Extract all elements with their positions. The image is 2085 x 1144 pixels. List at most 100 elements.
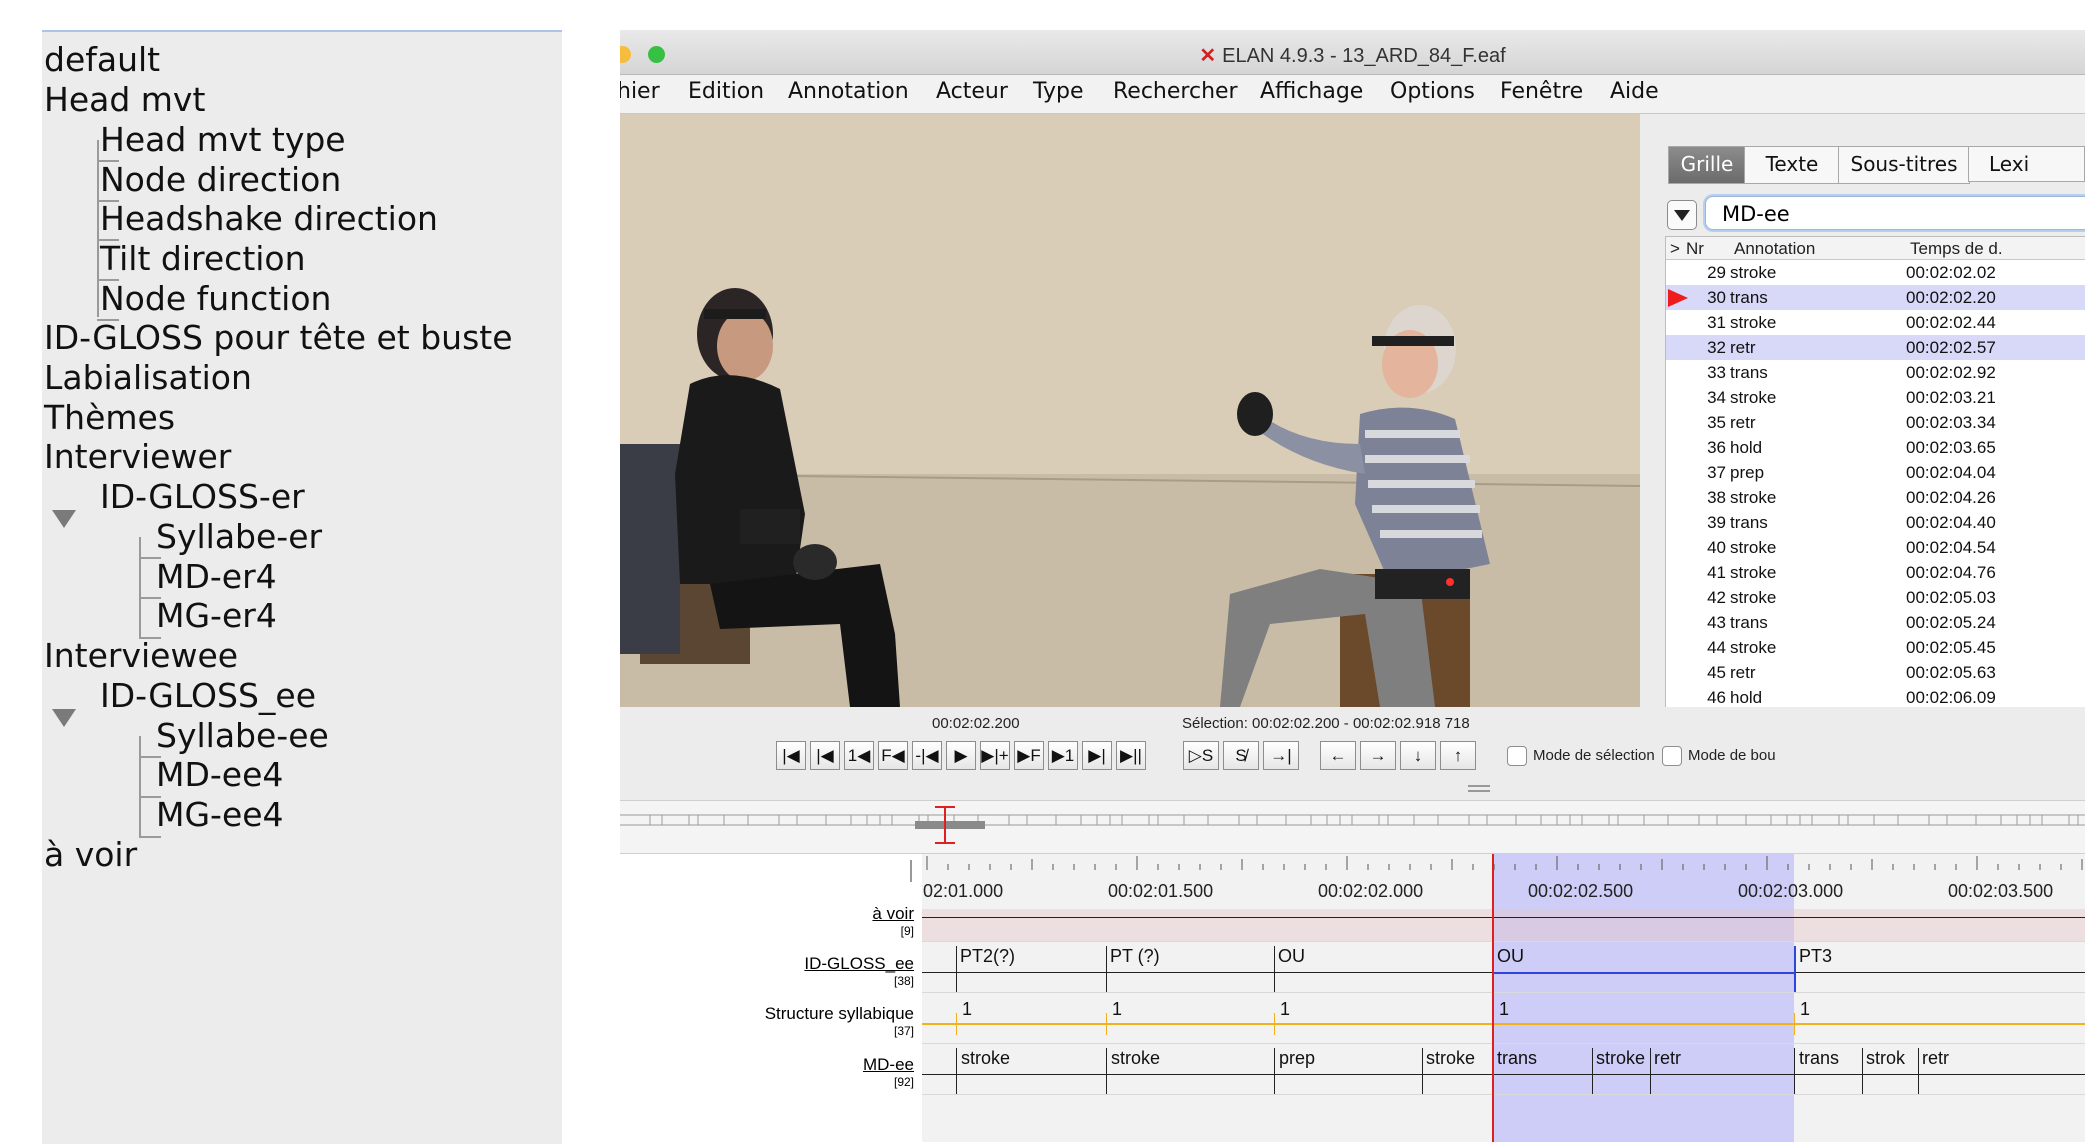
table-row[interactable]: 29 stroke 00:02:02.02: [1666, 260, 2085, 285]
tier-row-a-voir[interactable]: [922, 909, 2085, 942]
play-button[interactable]: ▶: [946, 741, 976, 770]
splitter-handle[interactable]: [1468, 785, 1490, 787]
tier-label-structure-syllabique[interactable]: Structure syllabique: [765, 1004, 914, 1024]
annotation[interactable]: PT (?): [1110, 946, 1160, 967]
next-second-button[interactable]: ▶1: [1048, 741, 1078, 770]
table-row[interactable]: 40 stroke 00:02:04.54: [1666, 535, 2085, 560]
tab-lexique[interactable]: Lexi: [1968, 146, 2085, 182]
tab-grille[interactable]: Grille: [1668, 146, 1746, 184]
header-annotation[interactable]: Annotation: [1734, 239, 1815, 259]
table-row[interactable]: 33 trans 00:02:02.92: [1666, 360, 2085, 385]
menu-aide[interactable]: Aide: [1610, 79, 1659, 104]
annotation[interactable]: retr: [1654, 1048, 1681, 1069]
previous-scrollview-button[interactable]: |◀: [810, 741, 840, 770]
menu-annotation[interactable]: Annotation: [788, 79, 909, 104]
annotation[interactable]: 1: [1499, 999, 1509, 1020]
tab-texte[interactable]: Texte: [1744, 146, 1840, 184]
annotation[interactable]: 1: [1112, 999, 1122, 1020]
annotation-boundary: [1592, 1048, 1593, 1094]
table-row[interactable]: 32 retr 00:02:02.57: [1666, 335, 2085, 360]
table-row[interactable]: 34 stroke 00:02:03.21: [1666, 385, 2085, 410]
annotation-above-button[interactable]: ↑: [1440, 741, 1476, 770]
header-time[interactable]: Temps de d.: [1910, 239, 2003, 259]
table-row[interactable]: 39 trans 00:02:04.40: [1666, 510, 2085, 535]
timeline-overview[interactable]: [620, 800, 2085, 854]
menu-type[interactable]: Type: [1033, 79, 1084, 104]
mode-boucle-checkbox[interactable]: [1662, 746, 1682, 766]
annotation[interactable]: prep: [1279, 1048, 1315, 1069]
next-pixel-button[interactable]: ▶|+: [980, 741, 1010, 770]
menu-fenetre[interactable]: Fenêtre: [1500, 79, 1583, 104]
next-frame-button[interactable]: ▶F: [1014, 741, 1044, 770]
annotation[interactable]: retr: [1922, 1048, 1949, 1069]
table-row[interactable]: 38 stroke 00:02:04.26: [1666, 485, 2085, 510]
menu-fichier[interactable]: hier: [620, 79, 660, 104]
tier-label-md-ee[interactable]: MD-ee: [863, 1055, 914, 1075]
next-scrollview-button[interactable]: ▶|: [1082, 741, 1112, 770]
annotation[interactable]: 1: [1800, 999, 1810, 1020]
tier-label-a-voir[interactable]: à voir: [872, 904, 914, 924]
annotation[interactable]: stroke: [1111, 1048, 1160, 1069]
splitter-handle[interactable]: [1468, 790, 1490, 792]
table-row[interactable]: 35 retr 00:02:03.34: [1666, 410, 2085, 435]
title-bar[interactable]: ✕ ELAN 4.9.3 - 13_ARD_84_F.eaf: [620, 30, 2085, 75]
menu-affichage[interactable]: Affichage: [1260, 79, 1363, 104]
tier-row-md-ee[interactable]: stroke stroke prep stroke trans stroke r…: [922, 1044, 2085, 1095]
header-nr[interactable]: Nr: [1686, 239, 1704, 259]
resize-handle[interactable]: [910, 860, 912, 882]
previous-frame-button[interactable]: F◀: [878, 741, 908, 770]
annotation[interactable]: OU: [1497, 946, 1524, 967]
table-row[interactable]: 42 stroke 00:02:05.03: [1666, 585, 2085, 610]
annotation[interactable]: PT2(?): [960, 946, 1015, 967]
video-viewer[interactable]: [620, 114, 1640, 707]
annotation[interactable]: strok: [1866, 1048, 1905, 1069]
menu-acteur[interactable]: Acteur: [936, 79, 1008, 104]
table-row[interactable]: 44 stroke 00:02:05.45: [1666, 635, 2085, 660]
mode-selection-checkbox[interactable]: [1507, 746, 1527, 766]
tier-row-structure-syllabique[interactable]: 1 1 1 1 1: [922, 993, 2085, 1044]
annotation[interactable]: PT3: [1799, 946, 1832, 967]
crosshair[interactable]: [1492, 854, 1494, 1142]
collapse-triangle-icon[interactable]: [52, 510, 76, 528]
go-to-end-button[interactable]: ▶||: [1116, 741, 1146, 770]
table-row[interactable]: 46 hold 00:02:06.09: [1666, 685, 2085, 707]
tree-item-label: MG-er4: [156, 596, 277, 635]
annotation-table: > Nr Annotation Temps de d. 29 stroke 00:0…: [1665, 236, 2085, 708]
tier-row-id-gloss-ee[interactable]: PT2(?) PT (?) OU OU PT3: [922, 942, 2085, 993]
previous-pixel-button[interactable]: -|◀: [912, 741, 942, 770]
table-row[interactable]: 30 trans 00:02:02.20: [1666, 285, 2085, 310]
annotation[interactable]: stroke: [1426, 1048, 1475, 1069]
annotation[interactable]: stroke: [961, 1048, 1010, 1069]
table-row[interactable]: 41 stroke 00:02:04.76: [1666, 560, 2085, 585]
tab-sous-titres[interactable]: Sous-titres: [1838, 146, 1970, 184]
previous-annotation-button[interactable]: ←: [1320, 741, 1356, 770]
annotation-area[interactable]: 00:02:01.000 00:02:01.500 00:02:02.000 0…: [922, 854, 2085, 1142]
menu-options[interactable]: Options: [1390, 79, 1475, 104]
tier-dropdown-button[interactable]: [1667, 200, 1697, 230]
previous-second-button[interactable]: 1◀: [844, 741, 874, 770]
menu-rechercher[interactable]: Rechercher: [1113, 79, 1238, 104]
play-selection-button[interactable]: ▷S: [1183, 741, 1219, 770]
table-row[interactable]: 45 retr 00:02:05.63: [1666, 660, 2085, 685]
tree-item-label: MD-er4: [156, 557, 277, 596]
clear-selection-button[interactable]: S̸: [1223, 741, 1259, 770]
collapse-triangle-icon[interactable]: [52, 709, 76, 727]
annotation[interactable]: stroke: [1596, 1048, 1645, 1069]
go-to-begin-button[interactable]: |◀: [776, 741, 806, 770]
annotation[interactable]: trans: [1799, 1048, 1839, 1069]
table-row[interactable]: 31 stroke 00:02:02.44: [1666, 310, 2085, 335]
tier-label-id-gloss-ee[interactable]: ID-GLOSS_ee: [804, 954, 914, 974]
table-row[interactable]: 37 prep 00:02:04.04: [1666, 460, 2085, 485]
table-row[interactable]: 43 trans 00:02:05.24: [1666, 610, 2085, 635]
annotation[interactable]: OU: [1278, 946, 1305, 967]
timeline-viewer[interactable]: à voir [9] ID-GLOSS_ee [38] Structure sy…: [620, 854, 2085, 1142]
next-annotation-button[interactable]: →: [1360, 741, 1396, 770]
annotation[interactable]: 1: [1280, 999, 1290, 1020]
annotation[interactable]: 1: [962, 999, 972, 1020]
annotation-below-button[interactable]: ↓: [1400, 741, 1436, 770]
table-row[interactable]: 36 hold 00:02:03.65: [1666, 435, 2085, 460]
selection-boundary-button[interactable]: →|: [1263, 741, 1299, 770]
menu-edition[interactable]: Edition: [688, 79, 764, 104]
tier-select[interactable]: MD-ee: [1705, 196, 2085, 230]
annotation[interactable]: trans: [1497, 1048, 1537, 1069]
